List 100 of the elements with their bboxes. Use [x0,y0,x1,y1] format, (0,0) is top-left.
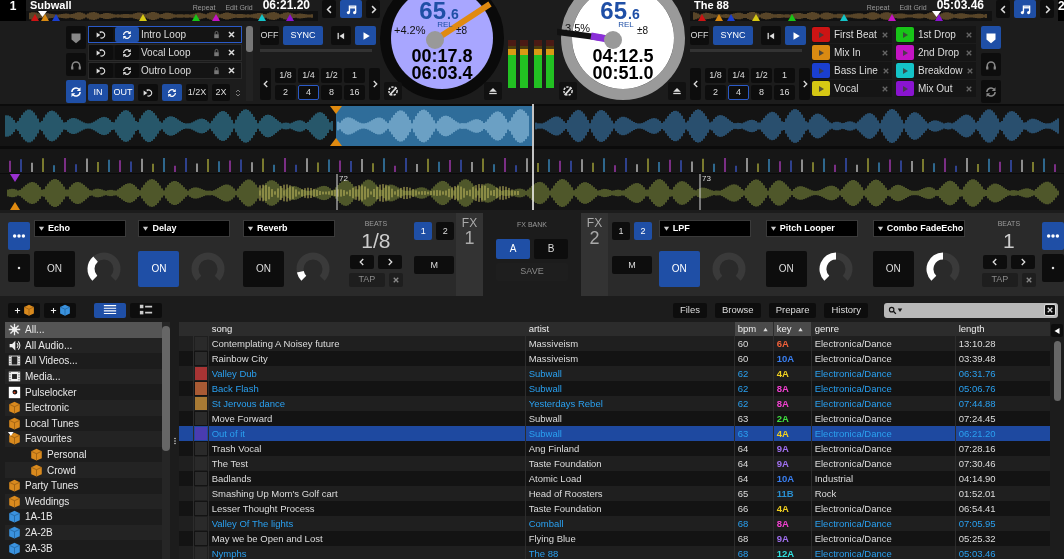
effect-dropdown[interactable]: Combo FadeEcho [872,220,965,237]
table-row[interactable]: Valley Of The lights Comball 68 8A Electronica/Dance 07:05.95 [179,516,1051,532]
library-tab-button[interactable]: Files [672,302,707,318]
cue-point-slot[interactable]: Vocal [812,80,892,97]
loop-name: Outro Loop [141,64,193,78]
loop-in-button[interactable]: IN [88,84,108,101]
tap-button[interactable]: TAP [981,272,1018,287]
table-row[interactable]: The Test Taste Foundation 64 9A Electronica/Dance 07:30.46 [179,456,1051,472]
table-row[interactable]: Smashing Up Mom's Golf cart Head of Roosters 65 11B Rock 01:52.01 [179,486,1051,502]
column-header[interactable]: genre [811,322,956,337]
beat-size-button[interactable]: 4 [728,85,749,100]
halve-loop-button[interactable]: 1/2X [186,84,208,101]
beat-size-button[interactable]: 1/2 [751,68,772,83]
effect-dropdown[interactable]: Delay [138,220,231,237]
crate-item[interactable]: Electronic [5,399,163,416]
beat-size-button[interactable]: 8 [321,85,342,100]
crate-item[interactable]: Local Tunes [5,415,163,432]
beat-size-button[interactable]: 16 [774,85,795,100]
beat-size-button[interactable]: 1/4 [728,68,749,83]
crate-item[interactable]: Media... [5,368,163,385]
table-row[interactable]: Out of it Subwall 63 4A Electronica/Dance 06:21.20 [179,426,1051,442]
effect-on-button[interactable]: ON [34,251,75,287]
effect-on-button[interactable]: ON [658,251,700,287]
beat-size-button[interactable]: 1 [344,68,365,83]
table-row[interactable]: Contemplating A Noisey future Massiveism 60 6A Electronica/Dance 13:10.28 [179,336,1051,352]
beat-size-button[interactable]: 2 [275,85,296,100]
table-row[interactable]: Back Flash Subwall 62 8A Electronica/Dance 05:06.76 [179,381,1051,397]
loop-slot[interactable]: Outro Loop [88,62,242,79]
crate-item[interactable]: 1A-1B [5,509,163,525]
crate-item[interactable]: 2A-2B [5,524,163,541]
effect-on-button[interactable]: ON [242,251,284,287]
beat-size-button[interactable]: 1/8 [275,68,296,83]
mute-button[interactable]: M [414,256,455,274]
sync-off-button[interactable]: OFF [690,26,709,45]
table-row[interactable]: May we be Open and Lost Flying Blue 68 9A Electronica/Dance 05:25.32 [179,531,1051,547]
crate-item[interactable]: 3A-3B [5,540,163,556]
effect-dropdown[interactable]: LPF [658,220,751,237]
beat-size-button[interactable]: 1/4 [298,68,319,83]
beat-size-button[interactable]: 1/2 [321,68,342,83]
beat-size-button[interactable]: 1 [774,68,795,83]
crate-label: All Videos... [25,354,78,369]
effect-on-button[interactable]: ON [765,251,807,287]
beats-value: 1/8 [361,229,391,251]
table-row[interactable]: Badlands Atomic Load 64 10A Industrial 04:14.90 [179,471,1051,487]
table-row[interactable]: Nymphs The 88 68 12A Electronica/Dance 05:03.46 [179,546,1051,559]
beat-size-button[interactable]: 8 [751,85,772,100]
beat-size-button[interactable]: 1/8 [705,68,726,83]
crate-label: All... [25,323,45,338]
column-header[interactable]: length [955,322,1051,337]
library-tab-button[interactable]: Prepare [768,302,817,318]
mute-button[interactable]: M [612,256,652,274]
effect-name: Echo [48,221,70,235]
effect-dropdown[interactable]: Echo [34,220,126,237]
library-tab-button[interactable]: History [824,302,868,318]
beat-size-button[interactable]: 2 [705,85,726,100]
table-row[interactable]: Move Forward Subwall 63 2A Electronica/Dance 07:24.45 [179,411,1051,427]
fx-unit-button[interactable]: 1 [612,222,630,240]
fx-bank-button[interactable]: A [496,238,530,259]
tap-button[interactable]: TAP [348,272,385,287]
loop-slot[interactable]: Intro Loop [88,26,242,43]
beat-size-button[interactable]: 4 [298,85,319,100]
effect-on-button[interactable]: ON [872,251,914,287]
table-row[interactable]: Rainbow City Massiveism 60 10A Electronica/Dance 03:39.48 [179,351,1051,367]
effect-on-button[interactable]: ON [138,251,180,287]
sync-button[interactable]: SYNC [283,26,323,45]
effect-dropdown[interactable]: Reverb [242,220,335,237]
crate-item[interactable]: Pulselocker [5,384,163,400]
column-header[interactable]: bpm [734,322,774,337]
fx-unit-button[interactable]: 2 [436,222,455,240]
fx-unit-button[interactable]: 1 [414,222,433,240]
crate-item[interactable]: Crowd [5,462,163,478]
crate-item[interactable]: All... [5,322,163,338]
beat-size-button[interactable]: 16 [344,85,365,100]
crate-item[interactable]: Favourites [5,431,163,447]
crate-item[interactable]: Party Tunes [5,477,163,494]
cue-point-slot[interactable]: 1st Drop [896,26,976,43]
table-row[interactable]: Valley Dub Subwall 62 4A Electronica/Dance 06:31.76 [179,366,1051,382]
library-tab-button[interactable]: Browse [714,302,761,318]
column-header[interactable]: key [773,322,812,337]
cue-point-slot[interactable]: Mix In [812,44,892,61]
crate-label: Local Tunes [25,416,79,431]
table-row[interactable]: Trash Vocal Ang Finland 64 9A Electronica/Dance 07:28.16 [179,441,1051,457]
sync-off-button[interactable]: OFF [260,26,279,45]
column-header[interactable]: artist [525,322,735,337]
fx-bank-button[interactable]: B [534,238,568,259]
table-row[interactable]: Lesser Thought Process Taste Foundation 66 4A Electronica/Dance 06:54.41 [179,501,1051,517]
double-loop-button[interactable]: 2X [212,84,230,101]
crate-item[interactable]: Weddings [5,493,163,510]
column-header[interactable]: song [208,322,526,337]
loop-slot[interactable]: Vocal Loop [88,44,242,61]
effect-dropdown[interactable]: Pitch Looper [765,220,858,237]
crate-item[interactable]: Personal [5,446,163,463]
effect-name: Combo FadeEcho [886,221,964,235]
crate-item[interactable]: All Videos... [5,353,163,369]
table-row[interactable]: St Jervous dance Yesterdays Rebel 62 8A Electronica/Dance 07:44.88 [179,396,1051,412]
cue-point-slot[interactable]: Breakdow [896,62,976,79]
fx-unit-button[interactable]: 2 [634,222,652,240]
sync-button[interactable]: SYNC [713,26,753,45]
table-cell: Electronica/Dance [811,546,956,559]
loop-out-button[interactable]: OUT [112,84,134,101]
